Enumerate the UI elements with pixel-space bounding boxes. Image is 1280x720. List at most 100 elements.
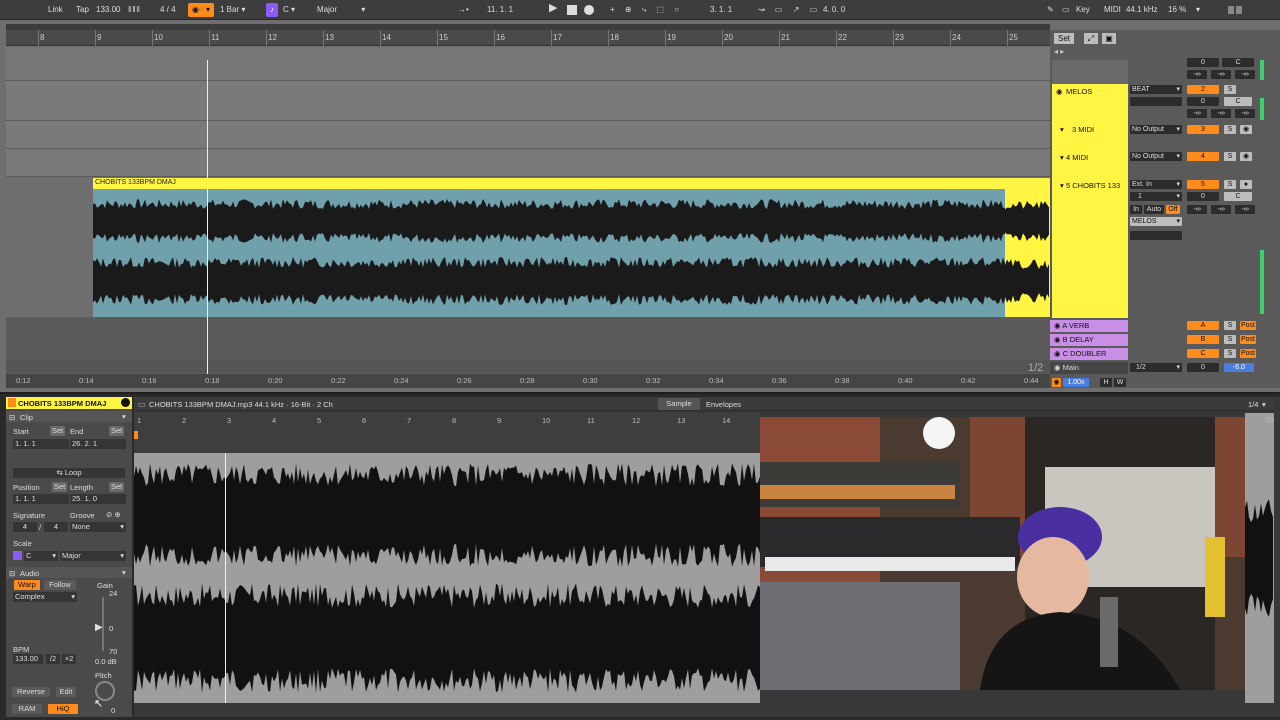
time-signature[interactable]: 4 / 4 (160, 4, 176, 16)
bpm-value[interactable]: 133.00 (13, 654, 43, 664)
audio-section-fold-icon[interactable]: ⊟ (9, 569, 15, 578)
sig-numerator[interactable]: 4 (13, 522, 37, 532)
clip-color-icon[interactable] (121, 398, 130, 407)
detail-page-indicator[interactable]: 1/4 (1248, 400, 1258, 409)
h-button[interactable]: H (1100, 378, 1112, 387)
track5-input[interactable]: Ext. In ▾ (1130, 180, 1182, 189)
melos-send-a[interactable]: -∞ (1187, 109, 1207, 118)
melos-pan[interactable]: C (1224, 97, 1252, 106)
track4-arm-icon[interactable]: ◉ (1240, 152, 1252, 161)
fold-icon-4[interactable]: ▾ (1060, 153, 1064, 162)
lane-melos[interactable] (6, 81, 1050, 121)
key-root-select[interactable]: C ▾ (283, 4, 295, 16)
return-b-solo[interactable]: S (1224, 335, 1236, 344)
follow-icon[interactable]: →• (458, 4, 469, 16)
main-db[interactable]: -6.0 (1224, 363, 1254, 372)
length-value[interactable]: 25. 1. 0 (70, 494, 126, 504)
top-send-b[interactable]: -∞ (1211, 70, 1231, 79)
sample-waveform[interactable] (134, 453, 760, 703)
scale-toggle-icon[interactable]: ♪ (266, 3, 278, 17)
position-set-button[interactable]: Set (52, 482, 68, 492)
length-set-button[interactable]: Set (109, 482, 125, 492)
track5-arm-icon[interactable]: ● (1240, 180, 1252, 189)
track5-output-channel[interactable] (1130, 231, 1182, 240)
return-c-header[interactable]: ◉ C DOUBLER (1050, 348, 1128, 360)
lane-top[interactable] (6, 47, 1050, 81)
end-set-button[interactable]: Set (109, 426, 125, 436)
main-output[interactable]: 1/2 ▾ (1130, 363, 1182, 372)
edit-button[interactable]: Edit (56, 687, 76, 697)
track3-output[interactable]: No Output ▾ (1130, 125, 1182, 134)
loop-start-field[interactable]: 3. 1. 1 (710, 4, 732, 16)
tab-sample[interactable]: Sample (658, 398, 700, 410)
cpu-dropdown-icon[interactable]: ▾ (1196, 4, 1200, 16)
detune-value[interactable]: 0 (111, 706, 115, 715)
expand-icon[interactable]: ⤢ (1084, 33, 1098, 44)
groove-select[interactable]: None ▾ (70, 522, 126, 532)
track-header-top[interactable] (1052, 60, 1128, 84)
set-button[interactable]: Set (1054, 33, 1074, 44)
track4-output[interactable]: No Output ▾ (1130, 152, 1182, 161)
track3-solo[interactable]: S (1224, 125, 1236, 134)
time-ruler[interactable]: 0:12 0:14 0:16 0:18 0:20 0:22 0:24 0:26 0:28 0:30… (6, 374, 1050, 388)
follow-button[interactable]: Follow (44, 580, 76, 590)
lane-main[interactable] (6, 360, 1050, 374)
tab-envelopes[interactable]: Envelopes (706, 400, 741, 409)
record-icon[interactable] (584, 5, 594, 15)
melos-input-channel[interactable] (1130, 97, 1182, 106)
warp-button[interactable]: Warp (14, 580, 40, 590)
position-value[interactable]: 1. 1. 1 (13, 494, 69, 504)
main-track-header[interactable]: ◉ Main (1050, 362, 1128, 374)
melos-input[interactable]: BEAT ▾ (1130, 85, 1182, 94)
scale-root-select[interactable]: C ▾ (24, 551, 58, 561)
arrangement-position[interactable]: 11. 1. 1 (487, 4, 513, 16)
top-send-a[interactable]: -∞ (1187, 70, 1207, 79)
return-c-solo[interactable]: S (1224, 349, 1236, 358)
monitor-off[interactable]: Off (1166, 205, 1180, 214)
audio-section-menu-icon[interactable]: ▾ (122, 568, 126, 577)
lane-3-midi[interactable] (6, 121, 1050, 149)
tempo-field[interactable]: 133.00 (96, 4, 120, 16)
track-header-3-midi[interactable]: ▾ 3 MIDI (1052, 122, 1128, 150)
half-tempo-button[interactable]: /2 (46, 654, 60, 664)
warp-mode-select[interactable]: Complex ▾ (13, 592, 77, 602)
sig-denominator[interactable]: 4 (44, 522, 68, 532)
start-marker[interactable] (134, 431, 138, 439)
main-vol[interactable]: 0 (1187, 363, 1219, 372)
gain-db-value[interactable]: 0.0 dB (95, 657, 117, 666)
melos-send-c[interactable]: -∞ (1235, 109, 1255, 118)
ram-button[interactable]: RAM (12, 704, 42, 714)
play-icon[interactable]: ▶ (549, 2, 557, 14)
track5-number[interactable]: 5 (1187, 180, 1219, 189)
melos-solo[interactable]: S (1224, 85, 1236, 94)
lock-icon[interactable]: ▣ (1102, 33, 1116, 44)
midi-map-button[interactable]: MIDI (1104, 4, 1121, 16)
tap-button[interactable]: Tap (76, 4, 89, 16)
scale-toggle-icon[interactable] (13, 551, 22, 560)
track5-send-b[interactable]: -∞ (1211, 205, 1231, 214)
start-value[interactable]: 1. 1. 1 (13, 439, 69, 449)
nav-arrows-icon[interactable]: ◂ ▸ (1054, 47, 1064, 56)
melos-send-b[interactable]: -∞ (1211, 109, 1231, 118)
audio-clip-header[interactable]: CHOBITS 133BPM DMAJ (93, 178, 1050, 189)
automation-icons[interactable]: + ⊕ ⤷ ⬚ ○ (610, 4, 683, 16)
return-c-post[interactable]: Post (1240, 349, 1256, 358)
lane-return-b[interactable] (6, 332, 1050, 346)
track3-arm-icon[interactable]: ◉ (1240, 125, 1252, 134)
return-a-solo[interactable]: S (1224, 321, 1236, 330)
return-b-post[interactable]: Post (1240, 335, 1256, 344)
sample-ruler[interactable]: 1 2 3 4 5 6 7 8 9 10 11 12 13 14 (134, 413, 760, 453)
track4-number[interactable]: 4 (1187, 152, 1219, 161)
zoom-icon[interactable]: ◉ (1052, 378, 1061, 387)
track5-send-c[interactable]: -∞ (1235, 205, 1255, 214)
loop-button[interactable]: ⇆ Loop (13, 468, 125, 478)
key-map-icon[interactable]: ▭ (1062, 4, 1070, 16)
track5-output[interactable]: MELOS ▾ (1130, 217, 1182, 226)
return-b-letter[interactable]: B (1187, 335, 1219, 344)
key-map-button[interactable]: Key (1076, 4, 1090, 16)
lane-return-a[interactable] (6, 318, 1050, 332)
stop-icon[interactable] (567, 5, 577, 15)
track4-solo[interactable]: S (1224, 152, 1236, 161)
metronome-toggle[interactable]: ◉◌ ▾ (188, 3, 214, 17)
melos-vol[interactable]: 0 (1187, 97, 1219, 106)
